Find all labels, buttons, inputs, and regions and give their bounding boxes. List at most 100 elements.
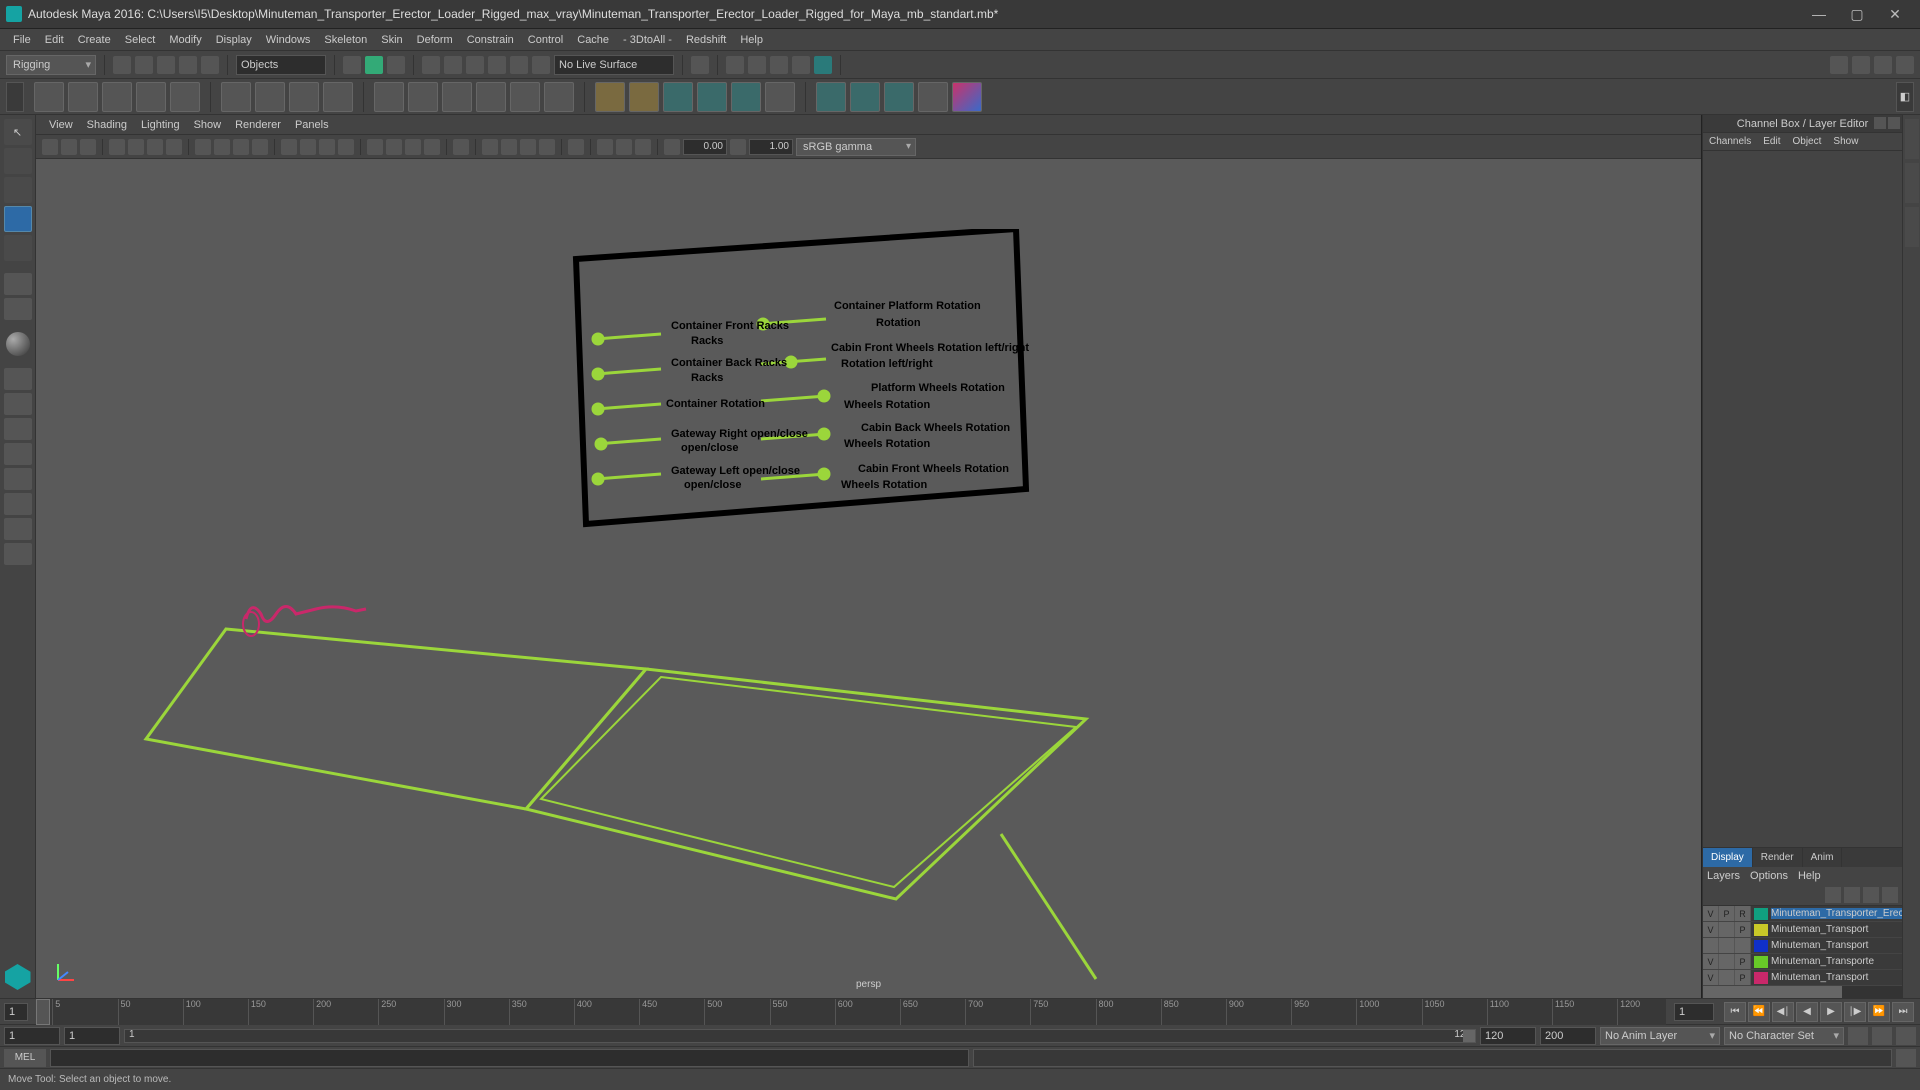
vp-film-gate-icon[interactable] [166, 139, 182, 155]
panel-layout-icon[interactable] [1830, 56, 1848, 74]
layer-playback-toggle[interactable] [1719, 954, 1735, 969]
vp-safe-title-icon[interactable] [281, 139, 297, 155]
shelf-skin-icon[interactable] [136, 82, 166, 112]
vp-reset-exposure-icon[interactable] [664, 139, 680, 155]
layer-playback-toggle[interactable]: P [1719, 906, 1735, 921]
layer-tab-anim[interactable]: Anim [1803, 848, 1843, 867]
shelf-control-rig-icon[interactable] [884, 82, 914, 112]
shelf-animation-icon[interactable] [952, 82, 982, 112]
menu-deform[interactable]: Deform [410, 34, 460, 46]
vp-grease-icon[interactable] [128, 139, 144, 155]
shelf-hik-icon[interactable] [850, 82, 880, 112]
vp-contrast-icon[interactable] [635, 139, 651, 155]
vp-exposure-toggle-icon[interactable] [616, 139, 632, 155]
channel-tab-show[interactable]: Show [1827, 133, 1864, 150]
layout-dash-icon[interactable] [4, 543, 32, 565]
shelf-copy-weights-icon[interactable] [442, 82, 472, 112]
play-backward-button[interactable]: ◀ [1796, 1002, 1818, 1022]
render-view-icon[interactable] [792, 56, 810, 74]
shelf-joint-icon[interactable] [68, 82, 98, 112]
layout-custom-icon[interactable] [4, 518, 32, 540]
shelf-wire-icon[interactable] [289, 82, 319, 112]
layout-outliner-icon[interactable] [4, 493, 32, 515]
lasso-tool-icon[interactable] [4, 148, 32, 174]
maximize-button[interactable]: ▢ [1838, 4, 1876, 24]
range-cur-start-field[interactable]: 1 [64, 1027, 120, 1045]
vp-gate-mask-icon[interactable] [214, 139, 230, 155]
select-tool-icon[interactable]: ↖ [4, 119, 32, 145]
layer-name[interactable]: Minuteman_Transporter_Erec [1771, 908, 1902, 919]
time-slider-head[interactable] [36, 999, 50, 1025]
layer-visibility-toggle[interactable]: V [1703, 970, 1719, 985]
layer-row[interactable]: Minuteman_Transport [1703, 938, 1902, 954]
new-layer-icon[interactable] [1863, 887, 1879, 903]
viewport[interactable]: Container Front RacksRacks Container Bac… [36, 159, 1701, 998]
close-panel-icon[interactable] [1888, 117, 1900, 129]
menu-constrain[interactable]: Constrain [460, 34, 521, 46]
menu-windows[interactable]: Windows [259, 34, 318, 46]
shelf-mirror-weights-icon[interactable] [408, 82, 438, 112]
layer-menu-help[interactable]: Help [1798, 870, 1821, 882]
auto-key-toggle-icon[interactable] [1848, 1027, 1868, 1045]
vp-gamma-toggle-icon[interactable] [597, 139, 613, 155]
snap-plane-icon[interactable] [488, 56, 506, 74]
step-forward-button[interactable]: ∣▶ [1844, 1002, 1866, 1022]
layer-color-swatch[interactable] [1754, 924, 1768, 936]
vp-exposure-icon[interactable] [568, 139, 584, 155]
move-tool-icon[interactable] [4, 206, 32, 232]
play-forward-button[interactable]: ▶ [1820, 1002, 1842, 1022]
vp-gamma-field[interactable]: 1.00 [749, 139, 793, 155]
vp-bookmark-icon[interactable] [61, 139, 77, 155]
new-scene-icon[interactable] [113, 56, 131, 74]
layer-visibility-toggle[interactable]: V [1703, 954, 1719, 969]
menu-select[interactable]: Select [118, 34, 163, 46]
shelf-hammer-weights-icon[interactable] [476, 82, 506, 112]
layer-row[interactable]: V P Minuteman_Transport [1703, 970, 1902, 986]
close-button[interactable]: ✕ [1876, 4, 1914, 24]
vp-xray-joints-icon[interactable] [453, 139, 469, 155]
open-scene-icon[interactable] [135, 56, 153, 74]
menu-control[interactable]: Control [521, 34, 570, 46]
last-tool-icon[interactable] [4, 298, 32, 320]
time-slider-track[interactable]: 5501001502002503003504004505005506006507… [36, 999, 1666, 1025]
go-to-start-button[interactable]: ⏮ [1724, 1002, 1746, 1022]
layer-visibility-toggle[interactable]: V [1703, 906, 1719, 921]
playback-prefs-icon[interactable] [1896, 1027, 1916, 1045]
paint-select-tool-icon[interactable] [4, 177, 32, 203]
shelf-prune-weights-icon[interactable] [510, 82, 540, 112]
vp-safe-action-icon[interactable] [252, 139, 268, 155]
step-back-button[interactable]: ◀∣ [1772, 1002, 1794, 1022]
shelf-constraint-icon[interactable] [170, 82, 200, 112]
rotate-tool-icon[interactable] [4, 235, 32, 261]
vp-image-plane-icon[interactable] [80, 139, 96, 155]
vp-menu-view[interactable]: View [42, 119, 80, 131]
vp-shaded-icon[interactable] [319, 139, 335, 155]
shelf-snap-icon[interactable] [34, 82, 64, 112]
construction-history-icon[interactable] [691, 56, 709, 74]
tool-settings-tab[interactable] [1905, 163, 1919, 203]
menu-help[interactable]: Help [733, 34, 770, 46]
attribute-editor-tab[interactable] [1905, 119, 1919, 159]
layer-playback-toggle[interactable] [1719, 922, 1735, 937]
channel-tab-channels[interactable]: Channels [1703, 133, 1757, 150]
vp-2d-pan-icon[interactable] [109, 139, 125, 155]
select-by-object-icon[interactable] [365, 56, 383, 74]
range-end-field[interactable]: 200 [1540, 1027, 1596, 1045]
vp-colorspace-selector[interactable]: sRGB gamma [796, 138, 916, 156]
layer-scrollbar[interactable] [1703, 986, 1902, 998]
layout-single-icon[interactable] [4, 368, 32, 390]
snap-grid-icon[interactable] [422, 56, 440, 74]
move-layer-down-icon[interactable] [1844, 887, 1860, 903]
layer-row[interactable]: V P Minuteman_Transport [1703, 922, 1902, 938]
vp-res-gate-icon[interactable] [195, 139, 211, 155]
menu-cache[interactable]: Cache [570, 34, 616, 46]
layer-visibility-toggle[interactable] [1703, 938, 1719, 953]
menu-display[interactable]: Display [209, 34, 259, 46]
panel-layout-icon[interactable] [1896, 56, 1914, 74]
shelf-character-icon[interactable] [918, 82, 948, 112]
render-globals-icon[interactable] [814, 56, 832, 74]
layer-tab-render[interactable]: Render [1753, 848, 1803, 867]
shelf-pose-icon[interactable] [663, 82, 693, 112]
shelf-wrap-icon[interactable] [323, 82, 353, 112]
script-editor-icon[interactable] [1896, 1049, 1916, 1067]
